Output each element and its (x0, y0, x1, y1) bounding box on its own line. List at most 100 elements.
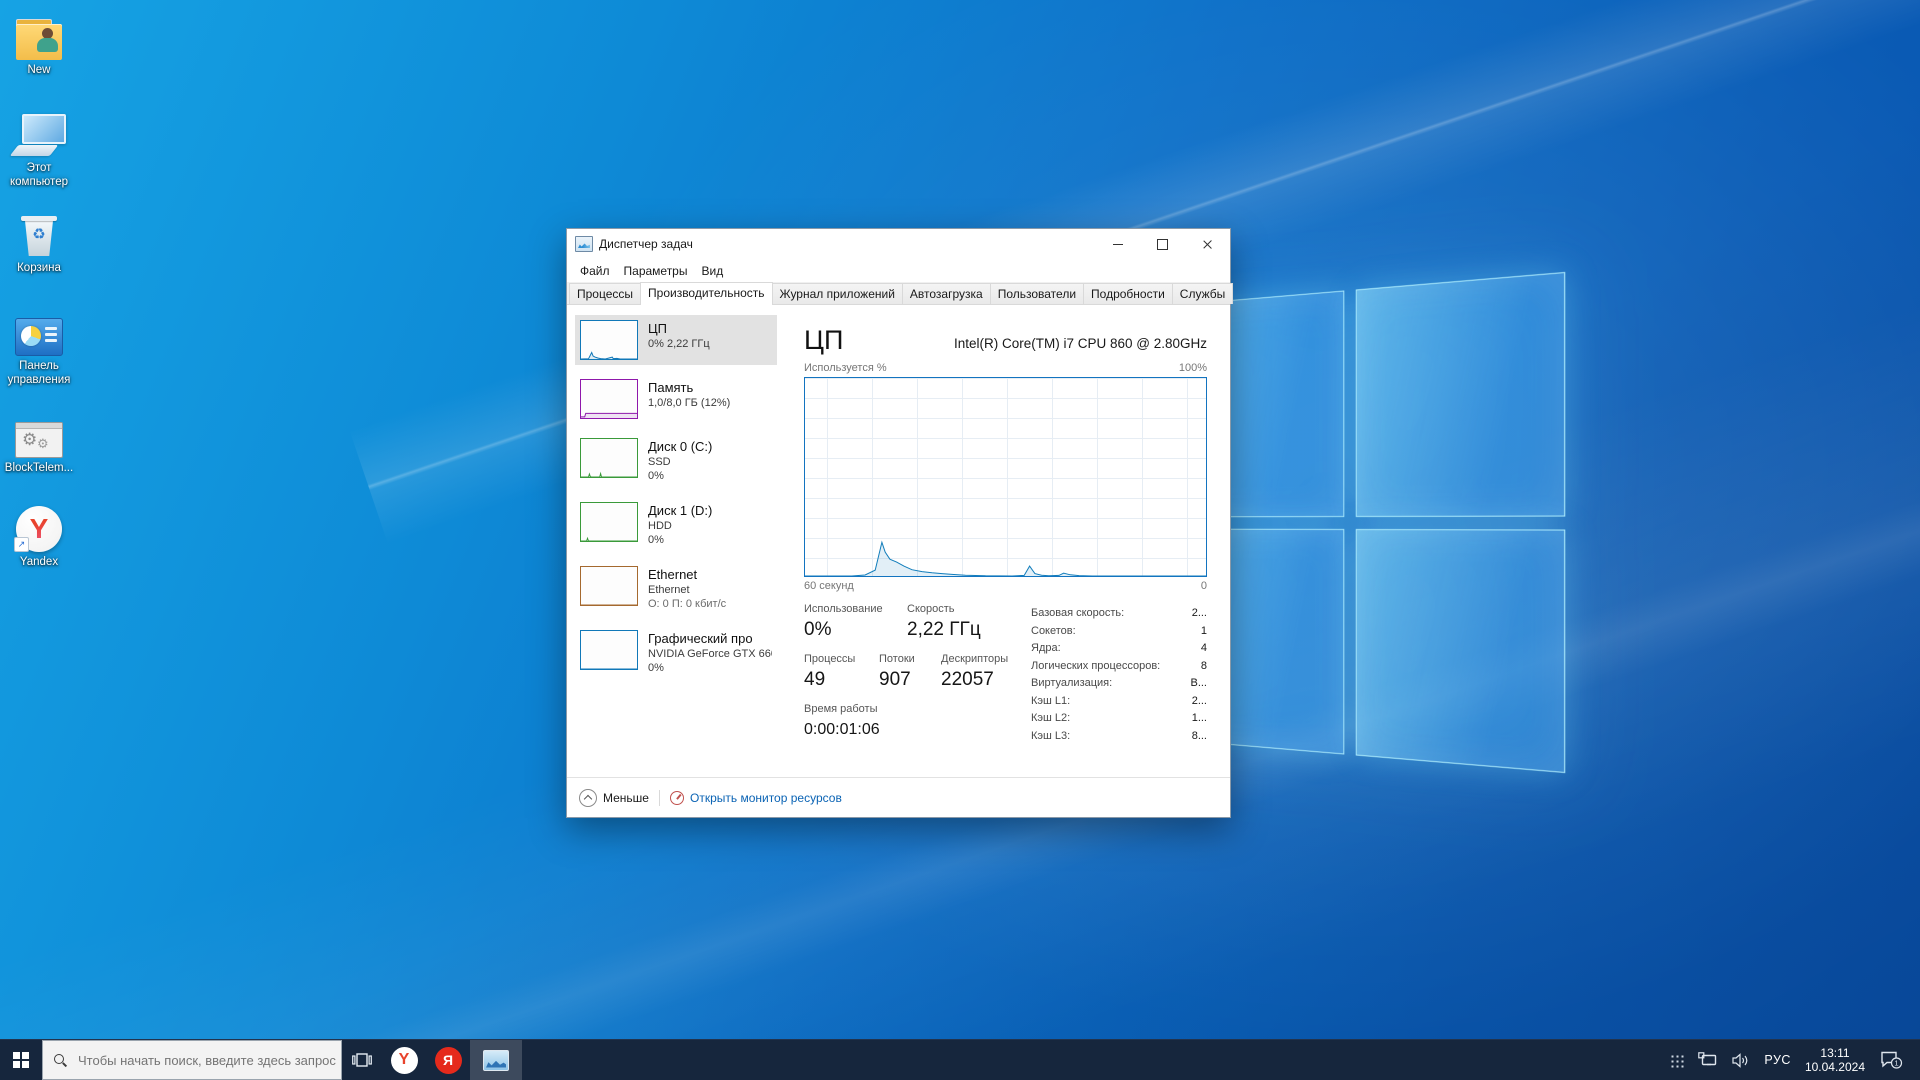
menu-view[interactable]: Вид (694, 261, 730, 281)
stat-cores-value: 4 (1201, 640, 1207, 658)
taskbar-yandex-app[interactable]: Я (426, 1040, 470, 1080)
sidebar-disk1-usage: 0% (648, 533, 712, 547)
tab-startup[interactable]: Автозагрузка (902, 283, 991, 304)
sidebar-item-disk1[interactable]: Диск 1 (D:) HDD 0% (575, 497, 777, 552)
stat-l1-label: Кэш L1: (1031, 693, 1070, 711)
open-resource-monitor-link[interactable]: Открыть монитор ресурсов (670, 791, 842, 805)
tab-processes[interactable]: Процессы (569, 283, 641, 304)
sidebar-gpu-usage: 0% (648, 661, 772, 675)
chart-y-max: 100% (1179, 362, 1207, 374)
stat-l2-value: 1... (1192, 710, 1207, 728)
title-bar[interactable]: Диспетчер задач (567, 229, 1230, 259)
windows-logo-pane (1356, 272, 1566, 517)
sidebar-item-ethernet[interactable]: Ethernet Ethernet О: 0 П: 0 кбит/с (575, 561, 777, 616)
memory-mini-chart (580, 379, 638, 419)
start-button[interactable] (0, 1040, 42, 1080)
stat-usage-label: Использование (804, 603, 907, 616)
maximize-button[interactable] (1140, 229, 1185, 259)
desktop-icon-recycle-bin[interactable]: ♻ Корзина (1, 208, 77, 275)
desktop-icon-new[interactable]: New (1, 10, 77, 77)
tab-users[interactable]: Пользователи (990, 283, 1084, 304)
cpu-stats-right: Базовая скорость:2... Сокетов:1 Ядра:4 Л… (1031, 605, 1207, 745)
fewer-details-label: Меньше (603, 791, 649, 805)
menu-options[interactable]: Параметры (617, 261, 695, 281)
disk1-mini-chart (580, 502, 638, 542)
speaker-icon (1732, 1053, 1750, 1068)
yandex-app-icon: Я (435, 1047, 462, 1074)
tray-clock[interactable]: 13:11 10.04.2024 (1798, 1040, 1872, 1080)
cpu-mini-chart (580, 320, 638, 360)
sidebar-ethernet-name: Ethernet (648, 583, 726, 597)
sidebar-disk0-title: Диск 0 (C:) (648, 438, 712, 455)
sidebar-memory-stats: 1,0/8,0 ГБ (12%) (648, 396, 730, 410)
window-title: Диспетчер задач (599, 237, 693, 251)
chart-x-left-label: 60 секунд (804, 580, 854, 592)
stat-base-speed-value: 2... (1192, 605, 1207, 623)
fewer-details-button[interactable]: Меньше (579, 789, 649, 807)
tab-performance[interactable]: Производительность (640, 282, 772, 305)
sidebar-item-cpu[interactable]: ЦП 0% 2,22 ГГц (575, 315, 777, 365)
windows-start-icon (13, 1052, 29, 1068)
stat-logical-label: Логических процессоров: (1031, 658, 1160, 676)
menu-bar: Файл Параметры Вид (567, 259, 1230, 282)
desktop-icon-yandex[interactable]: Y↗ Yandex (1, 502, 77, 569)
stat-threads-value: 907 (879, 668, 941, 692)
task-view-icon (352, 1051, 372, 1069)
resource-monitor-label: Открыть монитор ресурсов (690, 791, 842, 805)
tab-details[interactable]: Подробности (1083, 283, 1173, 304)
taskbar-task-manager-active[interactable] (470, 1040, 522, 1080)
stat-uptime-label: Время работы (804, 703, 880, 716)
stat-usage-value: 0% (804, 618, 907, 642)
cpu-usage-chart[interactable] (804, 377, 1207, 577)
tray-volume-button[interactable] (1725, 1040, 1757, 1080)
sidebar-gpu-name: NVIDIA GeForce GTX 660 (648, 647, 772, 661)
gears-app-icon: ⚙⚙ (1, 408, 77, 458)
tray-date: 10.04.2024 (1805, 1060, 1865, 1074)
stat-virtualization-value: В... (1190, 675, 1207, 693)
desktop-icon-control-panel[interactable]: Панель управления (1, 306, 77, 387)
sidebar-item-gpu[interactable]: Графический про NVIDIA GeForce GTX 660 0… (575, 625, 777, 680)
chart-x-right-label: 0 (1201, 580, 1207, 592)
tray-grid-button[interactable] (1662, 1040, 1691, 1080)
stat-sockets-value: 1 (1201, 623, 1207, 641)
desktop-icon-label: Этот компьютер (1, 161, 77, 189)
computer-icon (1, 108, 77, 158)
search-icon (54, 1054, 67, 1067)
stat-threads-label: Потоки (879, 653, 941, 666)
stat-l1-value: 2... (1192, 693, 1207, 711)
tab-app-history[interactable]: Журнал приложений (772, 283, 903, 304)
stat-l2-label: Кэш L2: (1031, 710, 1070, 728)
desktop-icon-label: Панель управления (1, 359, 77, 387)
sidebar-cpu-stats: 0% 2,22 ГГц (648, 337, 710, 351)
menu-file[interactable]: Файл (573, 261, 617, 281)
window-footer: Меньше Открыть монитор ресурсов (567, 777, 1230, 817)
desktop-icon-blocktelem[interactable]: ⚙⚙ BlockTelem... (1, 408, 77, 475)
stat-processes-label: Процессы (804, 653, 879, 666)
sidebar-item-disk0[interactable]: Диск 0 (C:) SSD 0% (575, 433, 777, 488)
stat-sockets-label: Сокетов: (1031, 623, 1076, 641)
search-input[interactable] (76, 1052, 340, 1069)
taskbar: Y Я (0, 1039, 1920, 1080)
cpu-detail-panel: ЦП Intel(R) Core(TM) i7 CPU 860 @ 2.80GH… (804, 305, 1207, 777)
chart-y-label: Используется % (804, 362, 887, 374)
notification-center-button[interactable]: 1 (1872, 1040, 1910, 1080)
stat-handles-label: Дескрипторы (941, 653, 1008, 666)
tray-network-button[interactable] (1691, 1040, 1725, 1080)
stat-base-speed-label: Базовая скорость: (1031, 605, 1124, 623)
sidebar-disk0-usage: 0% (648, 469, 712, 483)
close-button[interactable] (1185, 229, 1230, 259)
taskbar-search[interactable] (42, 1040, 342, 1080)
shared-folder-icon (1, 10, 77, 60)
minimize-button[interactable] (1095, 229, 1140, 259)
sidebar-item-memory[interactable]: Память 1,0/8,0 ГБ (12%) (575, 374, 777, 424)
tray-language-button[interactable]: РУС (1757, 1040, 1798, 1080)
notification-icon: 1 (1879, 1050, 1903, 1070)
taskbar-yandex-browser[interactable]: Y (382, 1040, 426, 1080)
desktop-icon-this-pc[interactable]: Этот компьютер (1, 108, 77, 189)
system-tray: РУС 13:11 10.04.2024 1 (1662, 1040, 1920, 1080)
task-view-button[interactable] (342, 1040, 382, 1080)
tab-services[interactable]: Службы (1172, 283, 1233, 304)
sidebar-cpu-title: ЦП (648, 320, 710, 337)
tray-time: 13:11 (1805, 1046, 1865, 1060)
sidebar-ethernet-speed: О: 0 П: 0 кбит/с (648, 597, 726, 611)
